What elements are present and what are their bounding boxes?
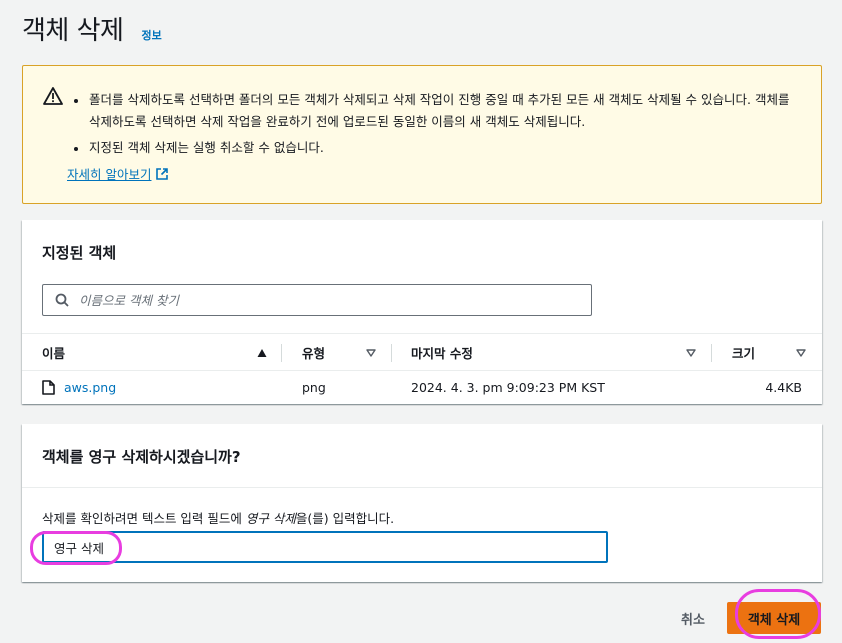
warning-list: 폴더를 삭제하도록 선택하면 폴더의 모든 객체가 삭제되고 삭제 작업이 진행…	[73, 89, 803, 159]
sort-ascending-icon[interactable]	[257, 348, 267, 358]
learn-more-link[interactable]: 자세히 알아보기	[67, 164, 169, 183]
sort-icon[interactable]	[796, 348, 806, 358]
column-separator	[711, 344, 712, 362]
info-link[interactable]: 정보	[141, 27, 161, 43]
page-header: 객체 삭제 정보	[22, 10, 162, 47]
panel-divider	[22, 487, 822, 488]
file-name-link[interactable]: aws.png	[64, 380, 116, 395]
column-separator	[281, 344, 282, 362]
object-search-input[interactable]	[79, 292, 579, 308]
confirm-delete-panel: 객체를 영구 삭제하시겠습니까? 삭제를 확인하려면 텍스트 입력 필드에 영구…	[22, 424, 822, 582]
cell-name: aws.png	[42, 371, 116, 404]
cancel-button[interactable]: 취소	[664, 602, 722, 634]
confirm-instruction-prefix: 삭제를 확인하려면 텍스트 입력 필드에	[42, 511, 246, 526]
column-header-type[interactable]: 유형	[302, 334, 325, 370]
confirm-text-input[interactable]	[42, 531, 608, 563]
warning-item: 지정된 객체 삭제는 실행 취소할 수 없습니다.	[73, 137, 803, 159]
confirm-keyword: 영구 삭제	[245, 511, 296, 526]
table-row: aws.png png 2024. 4. 3. pm 9:09:23 PM KS…	[22, 371, 822, 404]
cell-size: 4.4KB	[765, 380, 802, 395]
specified-objects-panel: 지정된 객체 이름 유형 마지막 수정 크기	[22, 220, 822, 404]
table-header: 이름 유형 마지막 수정 크기	[22, 333, 822, 371]
confirm-instruction: 삭제를 확인하려면 텍스트 입력 필드에 영구 삭제을(를) 입력합니다.	[42, 508, 394, 527]
objects-heading: 지정된 객체	[42, 244, 117, 262]
column-header-name[interactable]: 이름	[42, 334, 65, 370]
file-icon	[42, 380, 55, 395]
warning-item: 폴더를 삭제하도록 선택하면 폴더의 모든 객체가 삭제되고 삭제 작업이 진행…	[73, 89, 803, 133]
sort-icon[interactable]	[686, 348, 696, 358]
warning-alert: 폴더를 삭제하도록 선택하면 폴더의 모든 객체가 삭제되고 삭제 작업이 진행…	[22, 65, 822, 204]
page-title: 객체 삭제	[22, 16, 124, 46]
cell-modified: 2024. 4. 3. pm 9:09:23 PM KST	[411, 380, 605, 395]
delete-objects-button[interactable]: 객체 삭제	[727, 602, 821, 634]
column-header-size[interactable]: 크기	[732, 334, 755, 370]
search-icon	[55, 293, 69, 307]
object-search-box[interactable]	[42, 284, 592, 316]
learn-more-label: 자세히 알아보기	[67, 167, 152, 182]
confirm-instruction-suffix: 을(를) 입력합니다.	[295, 511, 395, 526]
column-header-modified[interactable]: 마지막 수정	[411, 334, 473, 370]
external-link-icon	[156, 167, 169, 180]
confirm-heading: 객체를 영구 삭제하시겠습니까?	[42, 448, 241, 466]
cell-type: png	[302, 380, 326, 395]
warning-icon	[43, 87, 63, 105]
column-separator	[391, 344, 392, 362]
sort-icon[interactable]	[366, 348, 376, 358]
